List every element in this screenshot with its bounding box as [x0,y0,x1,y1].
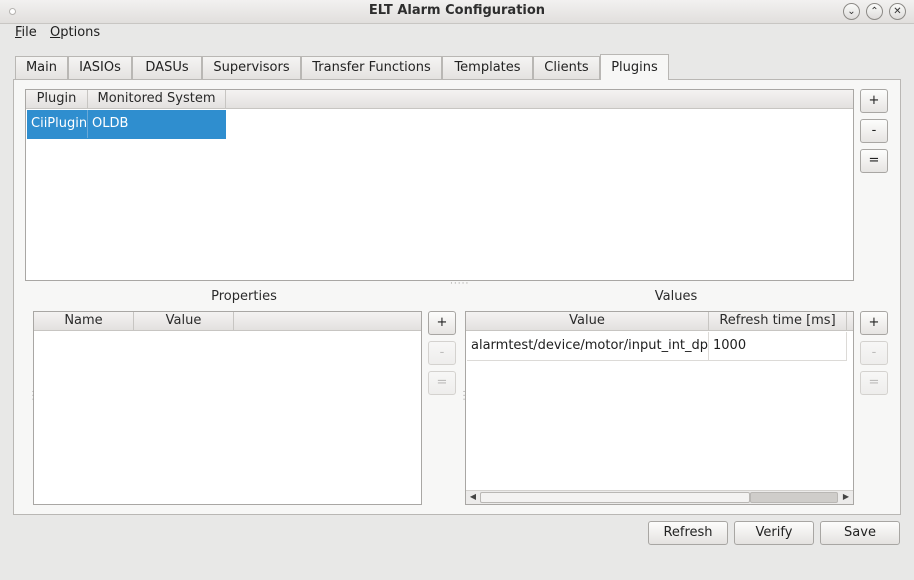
verify-button[interactable]: Verify [734,521,814,545]
menu-bar [0,24,914,44]
add-value-button[interactable]: + [860,311,888,335]
remove-plugin-button[interactable]: - [860,119,888,143]
menu-options[interactable]: Options [50,25,100,40]
scroll-right-icon[interactable]: ▶ [841,491,851,503]
column-header-plugin[interactable]: Plugin [26,90,88,109]
close-button[interactable]: ✕ [889,3,906,20]
column-header-name[interactable]: Name [34,312,134,331]
values-table[interactable]: Value Refresh time [ms] alarmtest/device… [465,311,854,505]
add-property-button[interactable]: + [428,311,456,335]
values-table-header: Value Refresh time [ms] [466,312,853,331]
properties-label: Properties [211,289,277,304]
tab-templates[interactable]: Templates [442,56,533,79]
equal-plugin-button[interactable]: = [860,149,888,173]
monitored-system-cell[interactable]: OLDB [88,110,226,138]
tab-main[interactable]: Main [15,56,68,79]
equal-value-button[interactable]: = [860,371,888,395]
tab-transfer-functions[interactable]: Transfer Functions [301,56,442,79]
table-row[interactable]: alarmtest/device/motor/input_int_dp 1000 [467,332,847,361]
properties-table-header: Name Value [34,312,421,331]
maximize-button[interactable]: ⌃ [866,3,883,20]
tab-plugins[interactable]: Plugins [600,54,669,80]
save-button[interactable]: Save [820,521,900,545]
plugins-table-header: Plugin Monitored System [26,90,853,109]
remove-property-button[interactable]: - [428,341,456,365]
scroll-track[interactable] [480,492,750,503]
table-row[interactable]: CiiPlugin OLDB [27,110,226,139]
equal-property-button[interactable]: = [428,371,456,395]
tab-clients[interactable]: Clients [533,56,600,79]
tab-iasios[interactable]: IASIOs [68,56,132,79]
tab-supervisors[interactable]: Supervisors [202,56,301,79]
refresh-time-cell[interactable]: 1000 [709,332,847,360]
column-header-monitored-system[interactable]: Monitored System [88,90,226,109]
add-plugin-button[interactable]: + [860,89,888,113]
plugin-cell[interactable]: CiiPlugin [27,110,88,138]
value-cell[interactable]: alarmtest/device/motor/input_int_dp [467,332,709,360]
column-header-value[interactable]: Value [466,312,709,331]
minimize-button[interactable]: ⌄ [843,3,860,20]
window-title: ELT Alarm Configuration [368,3,546,18]
refresh-button[interactable]: Refresh [648,521,728,545]
left-splitter-handle[interactable]: ··· [27,390,37,402]
properties-table[interactable]: Name Value [33,311,422,505]
remove-value-button[interactable]: - [860,341,888,365]
scroll-thumb[interactable] [750,492,838,503]
tab-dasus[interactable]: DASUs [132,56,202,79]
scroll-left-icon[interactable]: ◀ [468,491,478,503]
horizontal-scrollbar[interactable]: ◀ ▶ [466,490,853,504]
column-header-value[interactable]: Value [134,312,234,331]
menu-file[interactable]: File [15,25,37,40]
plugins-table[interactable]: Plugin Monitored System CiiPlugin OLDB [25,89,854,281]
column-header-refresh-time[interactable]: Refresh time [ms] [709,312,847,331]
vertical-splitter-handle[interactable]: ····· [450,279,469,289]
values-label: Values [654,289,698,304]
